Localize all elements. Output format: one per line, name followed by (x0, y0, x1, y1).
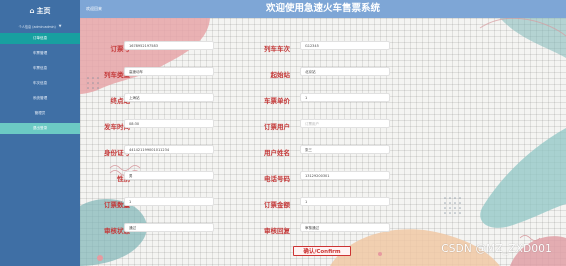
ticket-price-field[interactable]: 1 (300, 93, 390, 102)
sidebar-item-logout[interactable]: 退出登录 (0, 123, 80, 134)
user-name-field[interactable]: 张三 (300, 145, 390, 154)
label-review-reply: 审核回复 (264, 227, 290, 235)
order-qty-field[interactable]: 1 (124, 197, 214, 206)
depart-time-field[interactable]: 08:30 (124, 119, 214, 128)
sidebar-home-label: 主页 (36, 7, 51, 15)
sidebar-item-train-info[interactable]: 车次信息 (0, 78, 80, 89)
start-station-field[interactable]: 北京站 (300, 67, 390, 76)
review-reply-field[interactable]: 审核通过 (300, 223, 390, 232)
sidebar: ⌂ 主页 个人信息 (admin:admin) ▼ 订单信息 车票管理 车票信息… (0, 0, 80, 266)
sidebar-item-label: 退出登录 (32, 126, 48, 130)
order-form: 订票号 1678952197583 列车车次 G12345 列车类型 高速动车 … (80, 18, 566, 266)
sidebar-home[interactable]: ⌂ 主页 (0, 0, 80, 22)
chevron-down-icon: ▼ (58, 24, 62, 28)
order-user-field[interactable]: 订票用户 (300, 119, 390, 128)
label-start-station: 起始站 (270, 71, 291, 79)
home-icon: ⌂ (29, 7, 35, 15)
top-header: 欢迎回来 欢迎使用急速火车售票系统 (80, 0, 566, 18)
sidebar-item-label: 系统管理 (32, 96, 48, 100)
sidebar-item-label: 车票信息 (32, 66, 48, 70)
label-order-no: 订票号 (110, 45, 131, 53)
gender-field[interactable]: 男 (124, 171, 214, 180)
label-ticket-price: 车票单价 (264, 97, 290, 105)
confirm-button[interactable]: 确认/Confirm (293, 246, 351, 256)
label-order-qty: 订票数量 (104, 201, 130, 209)
sidebar-item-system[interactable]: 系统管理 (0, 93, 80, 104)
train-type-field[interactable]: 高速动车 (124, 67, 214, 76)
sidebar-item-label: 管理员 (34, 111, 46, 115)
label-order-user: 订票用户 (264, 123, 290, 131)
label-id-number: 身份证号 (104, 149, 130, 157)
main-content: 订票号 1678952197583 列车车次 G12345 列车类型 高速动车 … (80, 18, 566, 266)
sidebar-item-label: 车票管理 (32, 51, 48, 55)
watermark-text: CSDN @MZ_ZXD001 (441, 243, 552, 255)
label-train-type: 列车类型 (104, 71, 130, 79)
sidebar-item-ticket-info[interactable]: 车票信息 (0, 63, 80, 74)
order-no-field[interactable]: 1678952197583 (124, 41, 214, 50)
train-no-field[interactable]: G12345 (300, 41, 390, 50)
sidebar-item-ticket-manage[interactable]: 车票管理 (0, 48, 80, 59)
label-phone: 电话号码 (264, 175, 290, 183)
id-number-field[interactable]: 441421199001011234 (124, 145, 214, 154)
review-status-field[interactable]: 通过 (124, 223, 214, 232)
page-title: 欢迎使用急速火车售票系统 (265, 3, 380, 14)
label-order-amount: 订票金额 (264, 201, 290, 209)
sidebar-item-admin[interactable]: 管理员 (0, 108, 80, 119)
label-train-no: 列车车次 (264, 45, 290, 53)
label-review-status: 审核状态 (104, 227, 130, 235)
label-end-station: 终点站 (110, 97, 131, 105)
label-depart-time: 发车时间 (104, 123, 130, 131)
label-gender: 性别 (82, 173, 130, 183)
order-amount-field[interactable]: 1 (300, 197, 390, 206)
sidebar-user-label: 个人信息 (admin:admin) (18, 24, 56, 29)
sidebar-item-order-info[interactable]: 订单信息 (0, 33, 80, 44)
sidebar-item-label: 车次信息 (32, 81, 48, 85)
label-user-name: 用户姓名 (264, 149, 290, 157)
phone-field[interactable]: 13129200301 (300, 171, 390, 180)
sidebar-item-label: 订单信息 (32, 36, 48, 40)
end-station-field[interactable]: 上海站 (124, 93, 214, 102)
sidebar-user-menu[interactable]: 个人信息 (admin:admin) ▼ (0, 20, 80, 32)
